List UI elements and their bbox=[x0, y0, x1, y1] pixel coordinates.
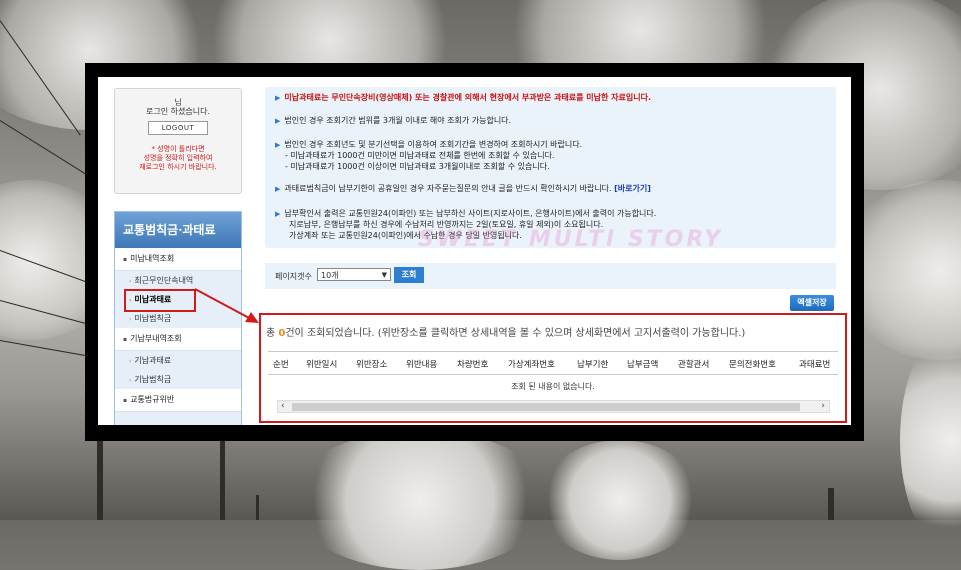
horizontal-scrollbar[interactable]: ‹ › bbox=[277, 400, 830, 413]
sidebar-item-label: 최근무인단속내역 bbox=[134, 276, 194, 285]
notice-item: ▶ 납부확인서 출력은 교통민원24(이파인) 또는 납부하신 사이트(지로사이트… bbox=[275, 209, 656, 219]
bullet-icon: › bbox=[129, 316, 132, 323]
column-header: 납부금액 bbox=[627, 360, 659, 370]
shortcut-link[interactable]: [바로가기] bbox=[614, 184, 651, 193]
sidebar-item-paid-penalty[interactable]: › 기납범칙금 bbox=[115, 370, 241, 389]
column-header: 위반일시 bbox=[306, 360, 338, 370]
login-status: 로그인 하셨습니다. bbox=[146, 107, 210, 116]
page-size-select[interactable]: 10개 ▼ bbox=[317, 268, 391, 281]
triangle-bullet-icon: ▶ bbox=[275, 141, 281, 149]
bullet-icon: ▪ bbox=[123, 397, 128, 404]
bullet-icon: › bbox=[129, 377, 132, 384]
page-size-bar: 페이지갯수 10개 ▼ 조회 bbox=[265, 263, 836, 289]
user-name: 님 bbox=[174, 98, 182, 107]
page-size-value: 10개 bbox=[321, 271, 339, 280]
chevron-down-icon: ▼ bbox=[381, 271, 387, 279]
scroll-right-icon[interactable]: › bbox=[821, 401, 825, 412]
notice-text: 법인인 경우 조회년도 및 분기선택을 이용하여 조회기간을 변경하여 조회하시… bbox=[284, 140, 583, 149]
page-size-label: 페이지갯수 bbox=[275, 272, 312, 281]
bullet-icon: › bbox=[129, 278, 132, 285]
column-header: 위반내용 bbox=[406, 360, 438, 370]
column-header: 납부기한 bbox=[577, 360, 609, 370]
table-header: 순번 위반일시 위반장소 위반내용 차량번호 가상계좌번호 납부기한 납부금액 … bbox=[268, 351, 838, 375]
notice-item: ▶ 법인인 경우 조회기간 범위를 3개월 이내로 해야 조회가 가능합니다. bbox=[275, 116, 511, 126]
triangle-bullet-icon: ▶ bbox=[275, 94, 281, 102]
column-header: 관할관서 bbox=[678, 360, 710, 370]
highlight-box bbox=[124, 289, 196, 312]
login-notice: * 성명이 틀리다면 성명을 정확히 입력하여 재로그인 하시기 바랍니다. bbox=[115, 145, 241, 172]
annotation-arrow-icon bbox=[194, 288, 259, 323]
summary-prefix: 총 bbox=[266, 328, 279, 339]
notice-item: ▶ 과태료범칙금이 납부기한이 공휴일인 경우 자주묻는질문의 안내 글을 반드시… bbox=[275, 184, 651, 194]
sidebar-group-label: 교통법규위반 bbox=[130, 395, 175, 404]
column-header: 문의전화번호 bbox=[729, 360, 776, 370]
watermark: SWEET MULTI STORY bbox=[418, 227, 724, 252]
notice-item: ▶ 법인인 경우 조회년도 및 분기선택을 이용하여 조회기간을 변경하여 조회하… bbox=[275, 140, 582, 150]
notice-box: ▶ 미납과태료는 무인단속장비(영상매체) 또는 경찰관에 의해서 현장에서 부과… bbox=[265, 87, 836, 248]
result-panel: 총 0건이 조회되었습니다. (위반장소를 클릭하면 상세내역을 볼 수 있으며… bbox=[259, 313, 847, 423]
scroll-left-icon[interactable]: ‹ bbox=[281, 401, 285, 412]
sidebar-title: 교통범칙금·과태료 bbox=[115, 212, 241, 248]
triangle-bullet-icon: ▶ bbox=[275, 117, 281, 125]
logout-button[interactable]: LOGOUT bbox=[148, 121, 208, 135]
notice-text: 과태료범칙금이 납부기한이 공휴일인 경우 자주묻는질문의 안내 글을 반드시 … bbox=[284, 184, 612, 193]
scroll-thumb[interactable] bbox=[292, 403, 800, 411]
sidebar-group-unpaid[interactable]: ▪ 미납내역조회 bbox=[115, 248, 241, 271]
web-page: 님 로그인 하셨습니다. LOGOUT * 성명이 틀리다면 성명을 정확히 입… bbox=[98, 77, 851, 425]
bullet-icon: › bbox=[129, 358, 132, 365]
notice-text: 법인인 경우 조회기간 범위를 3개월 이내로 해야 조회가 가능합니다. bbox=[284, 116, 512, 125]
bullet-icon: ▪ bbox=[123, 256, 128, 263]
notice-line: 성명을 정확히 입력하여 bbox=[143, 154, 213, 162]
login-panel: 님 로그인 하셨습니다. LOGOUT * 성명이 틀리다면 성명을 정확히 입… bbox=[114, 88, 242, 194]
notice-subtext: - 미납과태료가 1000건 이상이면 미납과태료 3개월이내로 조회할 수 있… bbox=[285, 162, 550, 171]
column-header: 순번 bbox=[273, 360, 289, 370]
excel-save-button[interactable]: 엑셀저장 bbox=[790, 295, 834, 311]
sidebar-group-violation[interactable]: ▪ 교통법규위반 bbox=[115, 389, 241, 412]
sidebar-group-paid[interactable]: ▪ 기납부내역조회 bbox=[115, 328, 241, 351]
triangle-bullet-icon: ▶ bbox=[275, 185, 281, 193]
sidebar-item-label: 미납범칙금 bbox=[134, 314, 172, 323]
sidebar-item-label: 기납과태료 bbox=[134, 356, 172, 365]
notice-item: ▶ 미납과태료는 무인단속장비(영상매체) 또는 경찰관에 의해서 현장에서 부과… bbox=[275, 93, 651, 103]
empty-message: 조회 된 내용이 없습니다. bbox=[511, 382, 595, 391]
search-button[interactable]: 조회 bbox=[394, 267, 424, 283]
triangle-bullet-icon: ▶ bbox=[275, 210, 281, 218]
sidebar-group-label: 기납부내역조회 bbox=[130, 334, 182, 343]
notice-line: * 성명이 틀리다면 bbox=[151, 145, 205, 153]
column-header: 가상계좌번호 bbox=[508, 360, 555, 370]
result-summary: 총 0건이 조회되었습니다. (위반장소를 클릭하면 상세내역을 볼 수 있으며… bbox=[266, 324, 745, 339]
sidebar-item-label: 기납범칙금 bbox=[134, 375, 172, 384]
bullet-icon: ▪ bbox=[123, 336, 128, 343]
column-header: 차량번호 bbox=[457, 360, 489, 370]
column-header: 과태료번 bbox=[799, 360, 831, 370]
summary-text: 건이 조회되었습니다. (위반장소를 클릭하면 상세내역을 볼 수 있으며 상세… bbox=[285, 328, 746, 339]
notice-subtext: - 미납과태료가 1000건 미만이면 미납과태료 전체를 한번에 조회할 수 … bbox=[285, 151, 555, 160]
sidebar-item-paid-fine[interactable]: › 기납과태료 bbox=[115, 351, 241, 370]
notice-text: 납부확인서 출력은 교통민원24(이파인) 또는 납부하신 사이트(지로사이트,… bbox=[284, 209, 657, 218]
column-header: 위반장소 bbox=[356, 360, 388, 370]
notice-text: 미납과태료는 무인단속장비(영상매체) 또는 경찰관에 의해서 현장에서 부과받… bbox=[284, 93, 652, 102]
notice-line: 재로그인 하시기 바랍니다. bbox=[139, 163, 217, 171]
sidebar-group-label: 미납내역조회 bbox=[130, 254, 175, 263]
